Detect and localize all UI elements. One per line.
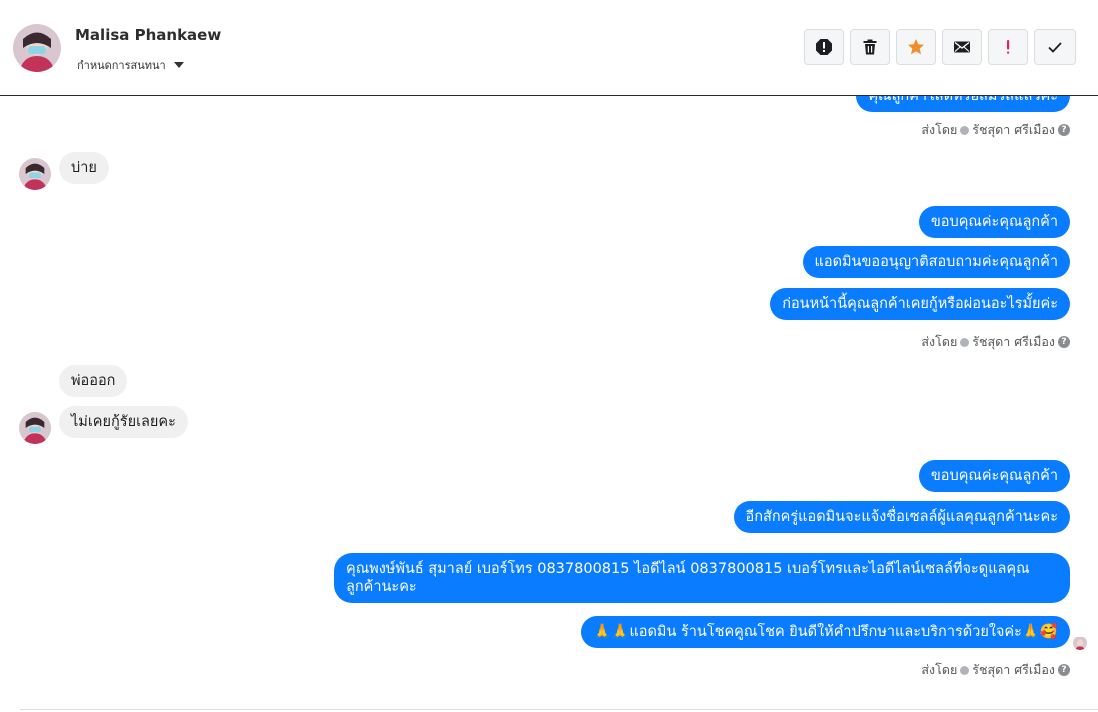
- agent-status-icon: [960, 665, 970, 675]
- agent-name: รัชสุดา ศรีเมือง: [972, 334, 1055, 349]
- outgoing-message[interactable]: แอดมินขออนุญาติสอบถามค่ะคุณลูกค้า: [802, 246, 1070, 278]
- outgoing-message[interactable]: อีกสักครู่แอดมินจะแจ้งชื่อเซลล์ผู้แลคุณล…: [733, 501, 1070, 533]
- incoming-message[interactable]: พ่อออก: [59, 365, 128, 397]
- sent-by-meta: ส่งโดย รัชสุดา ศรีเมือง ?: [921, 332, 1070, 352]
- caret-down-icon: [173, 62, 184, 68]
- incoming-message[interactable]: ไม่เคยกู้รัยเลยคะ: [59, 406, 188, 438]
- delete-button[interactable]: [850, 29, 890, 65]
- contact-avatar-small[interactable]: [19, 412, 51, 444]
- sent-by-meta: ส่งโดย รัชสุดา ศรีเมือง ?: [921, 660, 1070, 680]
- agent-status-icon: [960, 125, 970, 135]
- envelope-icon: [954, 41, 970, 53]
- star-button[interactable]: [896, 29, 936, 65]
- contact-avatar-small[interactable]: [19, 158, 51, 190]
- contact-avatar[interactable]: [13, 24, 61, 72]
- message-thread[interactable]: คุณลูกค้าโสดหรือสมรสแล้วคะ ส่งโดย รัชสุด…: [0, 96, 1098, 712]
- sent-by-label: ส่งโดย: [921, 662, 958, 677]
- help-icon[interactable]: ?: [1058, 664, 1070, 676]
- contact-name: Malisa Phankaew: [75, 26, 222, 44]
- sent-by-label: ส่งโดย: [921, 122, 958, 137]
- outgoing-message[interactable]: ขอบคุณค่ะคุณลูกค้า: [918, 460, 1070, 492]
- sent-by-meta: ส่งโดย รัชสุดา ศรีเมือง ?: [921, 120, 1070, 140]
- agent-name: รัชสุดา ศรีเมือง: [972, 122, 1055, 137]
- star-icon: [908, 39, 924, 55]
- outgoing-message[interactable]: ก่อนหน้านี้คุณลูกค้าเคยกู้หรือผ่อนอะไรมั…: [770, 288, 1070, 320]
- check-icon: [1048, 42, 1062, 53]
- help-icon[interactable]: ?: [1058, 336, 1070, 348]
- mark-unread-button[interactable]: [942, 29, 982, 65]
- outgoing-message[interactable]: ขอบคุณค่ะคุณลูกค้า: [918, 206, 1070, 238]
- action-toolbar: [804, 29, 1076, 65]
- mark-follow-up-button[interactable]: [988, 29, 1028, 65]
- assign-label: กำหนดการสนทนา: [77, 59, 166, 72]
- outgoing-message[interactable]: 🙏🙏แอดมิน ร้านโชคคูณโชค ยินดีให้คำปรึกษาแ…: [581, 616, 1070, 648]
- read-receipt-avatar: [1073, 636, 1087, 650]
- outgoing-message[interactable]: คุณพงษ์พันธ์ สุมาลย์ เบอร์โทร 0837800815…: [334, 553, 1070, 603]
- mark-done-button[interactable]: [1034, 29, 1076, 65]
- assign-conversation-dropdown[interactable]: กำหนดการสนทนา: [77, 56, 184, 74]
- sent-by-label: ส่งโดย: [921, 334, 958, 349]
- outgoing-message[interactable]: คุณลูกค้าโสดหรือสมรสแล้วคะ: [856, 96, 1070, 112]
- agent-name: รัชสุดา ศรีเมือง: [972, 662, 1055, 677]
- exclamation-icon: [1007, 40, 1010, 54]
- help-icon[interactable]: ?: [1058, 124, 1070, 136]
- report-spam-icon: [816, 39, 832, 55]
- agent-status-icon: [960, 337, 970, 347]
- mark-spam-button[interactable]: [804, 29, 844, 65]
- trash-icon: [863, 39, 877, 55]
- composer-divider: [20, 709, 1098, 710]
- conversation-header: Malisa Phankaew กำหนดการสนทนา: [0, 0, 1098, 96]
- incoming-message[interactable]: บ่าย: [59, 152, 109, 184]
